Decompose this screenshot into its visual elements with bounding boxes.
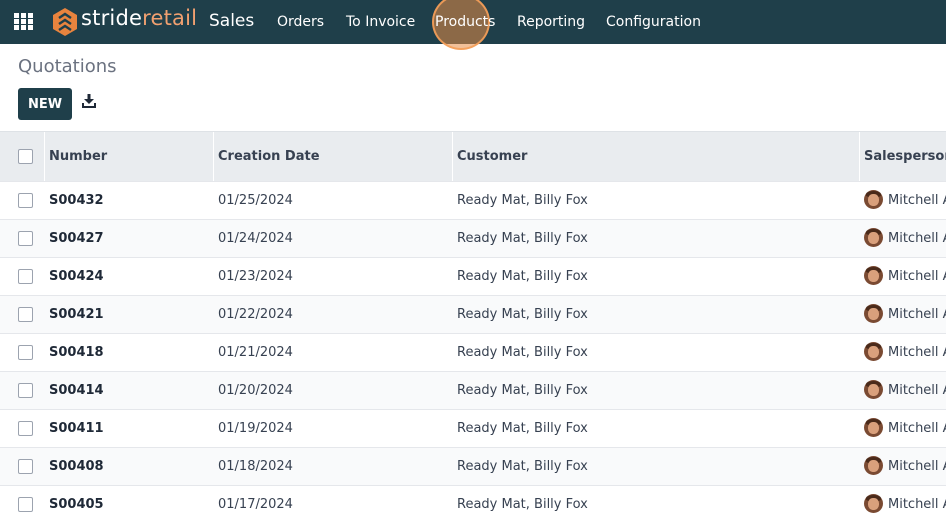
quotation-number: S00411 <box>49 421 104 436</box>
quotation-number: S00418 <box>49 345 104 360</box>
salesperson-name: Mitchell A <box>888 345 946 360</box>
stride-logo-icon <box>53 8 77 36</box>
customer-name: Ready Mat, Billy Fox <box>457 459 588 474</box>
quotation-number: S00414 <box>49 383 104 398</box>
table-row[interactable]: S00421 01/22/2024 Ready Mat, Billy Fox M… <box>0 295 946 333</box>
column-header-customer[interactable]: Customer <box>457 149 527 164</box>
brand-name-part1: stride <box>81 6 143 30</box>
table-row[interactable]: S00424 01/23/2024 Ready Mat, Billy Fox M… <box>0 257 946 295</box>
salesperson-name: Mitchell A <box>888 307 946 322</box>
select-all-checkbox[interactable] <box>18 149 33 164</box>
brand-name-part2: retail <box>142 6 198 30</box>
salesperson-name: Mitchell A <box>888 383 946 398</box>
salesperson-name: Mitchell A <box>888 269 946 284</box>
column-header-salesperson[interactable]: Salesperson <box>864 149 946 164</box>
salesperson-name: Mitchell A <box>888 497 946 512</box>
customer-name: Ready Mat, Billy Fox <box>457 269 588 284</box>
salesperson-avatar <box>864 190 883 209</box>
row-checkbox[interactable] <box>18 421 33 436</box>
breadcrumb: Quotations <box>18 56 117 77</box>
table-row[interactable]: S00411 01/19/2024 Ready Mat, Billy Fox M… <box>0 409 946 447</box>
creation-date: 01/17/2024 <box>218 497 293 512</box>
salesperson-avatar <box>864 456 883 475</box>
creation-date: 01/23/2024 <box>218 269 293 284</box>
creation-date: 01/21/2024 <box>218 345 293 360</box>
customer-name: Ready Mat, Billy Fox <box>457 345 588 360</box>
creation-date: 01/20/2024 <box>218 383 293 398</box>
apps-grid-icon[interactable] <box>14 13 33 30</box>
download-icon[interactable] <box>82 94 96 108</box>
creation-date: 01/19/2024 <box>218 421 293 436</box>
row-checkbox[interactable] <box>18 497 33 512</box>
row-checkbox[interactable] <box>18 459 33 474</box>
quotation-number: S00408 <box>49 459 104 474</box>
column-separator <box>44 132 45 181</box>
row-checkbox[interactable] <box>18 193 33 208</box>
customer-name: Ready Mat, Billy Fox <box>457 193 588 208</box>
salesperson-name: Mitchell A <box>888 459 946 474</box>
app-name[interactable]: Sales <box>209 11 254 31</box>
quotations-table: Number Creation Date Customer Salesperso… <box>0 131 946 523</box>
menu-reporting[interactable]: Reporting <box>517 14 585 30</box>
salesperson-avatar <box>864 494 883 513</box>
menu-configuration[interactable]: Configuration <box>606 14 701 30</box>
creation-date: 01/18/2024 <box>218 459 293 474</box>
creation-date: 01/22/2024 <box>218 307 293 322</box>
column-separator <box>859 132 860 181</box>
salesperson-name: Mitchell A <box>888 231 946 246</box>
column-separator <box>452 132 453 181</box>
column-header-creation-date[interactable]: Creation Date <box>218 149 320 164</box>
quotation-number: S00421 <box>49 307 104 322</box>
column-separator <box>213 132 214 181</box>
customer-name: Ready Mat, Billy Fox <box>457 307 588 322</box>
table-row[interactable]: S00432 01/25/2024 Ready Mat, Billy Fox M… <box>0 181 946 219</box>
menu-products[interactable]: Products <box>435 14 495 30</box>
new-button[interactable]: NEW <box>18 88 72 120</box>
row-checkbox[interactable] <box>18 231 33 246</box>
salesperson-avatar <box>864 380 883 399</box>
quotation-number: S00427 <box>49 231 104 246</box>
brand-logo-text: strideretail <box>81 6 197 30</box>
table-body: S00432 01/25/2024 Ready Mat, Billy Fox M… <box>0 181 946 523</box>
table-row[interactable]: S00418 01/21/2024 Ready Mat, Billy Fox M… <box>0 333 946 371</box>
quotation-number: S00432 <box>49 193 104 208</box>
creation-date: 01/24/2024 <box>218 231 293 246</box>
customer-name: Ready Mat, Billy Fox <box>457 421 588 436</box>
customer-name: Ready Mat, Billy Fox <box>457 231 588 246</box>
row-checkbox[interactable] <box>18 307 33 322</box>
salesperson-avatar <box>864 228 883 247</box>
table-header: Number Creation Date Customer Salesperso… <box>0 131 946 181</box>
customer-name: Ready Mat, Billy Fox <box>457 383 588 398</box>
menu-to-invoice[interactable]: To Invoice <box>346 14 415 30</box>
menu-orders[interactable]: Orders <box>277 14 324 30</box>
table-row[interactable]: S00408 01/18/2024 Ready Mat, Billy Fox M… <box>0 447 946 485</box>
salesperson-avatar <box>864 342 883 361</box>
row-checkbox[interactable] <box>18 269 33 284</box>
table-row[interactable]: S00414 01/20/2024 Ready Mat, Billy Fox M… <box>0 371 946 409</box>
row-checkbox[interactable] <box>18 345 33 360</box>
salesperson-avatar <box>864 418 883 437</box>
quotation-number: S00424 <box>49 269 104 284</box>
salesperson-name: Mitchell A <box>888 193 946 208</box>
quotation-number: S00405 <box>49 497 104 512</box>
salesperson-avatar <box>864 266 883 285</box>
creation-date: 01/25/2024 <box>218 193 293 208</box>
salesperson-avatar <box>864 304 883 323</box>
table-row[interactable]: S00427 01/24/2024 Ready Mat, Billy Fox M… <box>0 219 946 257</box>
table-row[interactable]: S00405 01/17/2024 Ready Mat, Billy Fox M… <box>0 485 946 523</box>
row-checkbox[interactable] <box>18 383 33 398</box>
salesperson-name: Mitchell A <box>888 421 946 436</box>
top-navbar: strideretail Sales Orders To Invoice Pro… <box>0 0 946 50</box>
customer-name: Ready Mat, Billy Fox <box>457 497 588 512</box>
column-header-number[interactable]: Number <box>49 149 107 164</box>
